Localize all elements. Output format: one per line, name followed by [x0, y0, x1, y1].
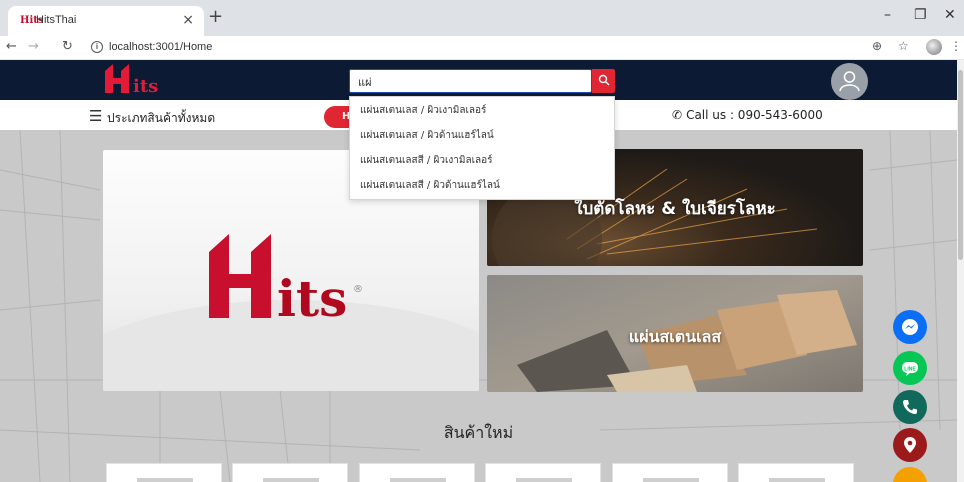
product-card[interactable]: [612, 463, 728, 482]
phone-icon: [903, 400, 917, 414]
url-field[interactable]: localhost:3001/Home: [109, 41, 212, 53]
browser-tab[interactable]: Hits HitsThai ×: [8, 6, 204, 36]
search-icon: [598, 74, 609, 86]
map-pin-icon: [904, 437, 916, 453]
suggestion-item[interactable]: แผ่นสเตนเลส / ผิวเงามิลเลอร์: [350, 97, 614, 122]
svg-text:its: its: [133, 76, 158, 95]
forward-icon[interactable]: →: [28, 39, 39, 54]
search-button[interactable]: [592, 69, 615, 93]
address-bar: ← → ↻ i localhost:3001/Home ⊕ ☆ ⋮: [0, 36, 964, 60]
browser-tab-strip: Hits HitsThai × + – ❐ ✕: [0, 0, 964, 36]
product-card[interactable]: [738, 463, 854, 482]
zoom-icon[interactable]: ⊕: [872, 39, 882, 53]
product-image-placeholder: [643, 478, 699, 482]
card-title: แผ่นสเตนเลส: [628, 327, 722, 346]
user-icon: [839, 71, 860, 92]
tab-title: HitsThai: [36, 14, 77, 26]
scrollbar-thumb[interactable]: [958, 70, 963, 260]
suggestion-item[interactable]: แผ่นสเตนเลส / ผิวด้านแฮร์ไลน์: [350, 122, 614, 147]
restore-icon[interactable]: ❐: [914, 7, 927, 23]
new-tab-icon[interactable]: +: [208, 8, 223, 26]
search-suggestions: แผ่นสเตนเลส / ผิวเงามิลเลอร์ แผ่นสเตนเลส…: [349, 96, 615, 200]
search-input[interactable]: แผ่: [349, 69, 592, 93]
hamburger-menu-icon[interactable]: ☰: [89, 107, 102, 125]
product-card[interactable]: [359, 463, 475, 482]
call-us-label: Call us : 090-543-6000: [686, 108, 823, 122]
new-products-heading: สินค้าใหม่: [443, 423, 514, 442]
product-card[interactable]: [232, 463, 348, 482]
product-card[interactable]: [485, 463, 601, 482]
hits-logo-mark: its: [105, 64, 158, 97]
page-scrollbar[interactable]: [957, 60, 964, 482]
minimize-icon[interactable]: –: [884, 7, 891, 23]
product-image-placeholder: [390, 478, 446, 482]
line-button[interactable]: LINE: [893, 351, 927, 385]
close-window-icon[interactable]: ✕: [944, 7, 956, 23]
product-card[interactable]: [106, 463, 222, 482]
messenger-button[interactable]: [893, 310, 927, 344]
suggestion-item[interactable]: แผ่นสเตนเลสสี / ผิวเงามิลเลอร์: [350, 147, 614, 172]
close-tab-icon[interactable]: ×: [182, 12, 194, 28]
bookmark-star-icon[interactable]: ☆: [898, 39, 909, 53]
banner-stainless-sheets[interactable]: แผ่นสเตนเลส: [487, 275, 863, 392]
suggestion-item[interactable]: แผ่นสเตนเลสสี / ผิวด้านแฮร์ไลน์: [350, 172, 614, 197]
product-image-placeholder: [516, 478, 572, 482]
location-button[interactable]: [893, 428, 927, 462]
hero-hits-logo: its: [209, 234, 347, 320]
reload-icon[interactable]: ↻: [62, 39, 73, 54]
phone-call-button[interactable]: [893, 390, 927, 424]
site-logo[interactable]: its: [103, 63, 173, 99]
svg-text:its: its: [277, 269, 347, 320]
registered-mark: ®: [353, 284, 363, 295]
all-categories-link[interactable]: ประเภทสินค้าทั้งหมด: [107, 109, 215, 128]
product-image-placeholder: [263, 478, 319, 482]
product-image-placeholder: [137, 478, 193, 482]
back-icon[interactable]: ←: [6, 39, 17, 54]
call-us-link[interactable]: ✆ Call us : 090-543-6000: [672, 108, 823, 122]
messenger-icon: [902, 319, 918, 335]
line-icon: LINE: [902, 362, 918, 376]
extension-icon[interactable]: [926, 39, 942, 55]
product-image-placeholder: [769, 478, 825, 482]
menu-dots-icon[interactable]: ⋮: [950, 39, 962, 53]
info-icon[interactable]: i: [91, 41, 103, 53]
phone-icon: ✆: [672, 108, 683, 122]
svg-text:LINE: LINE: [904, 367, 916, 373]
avatar[interactable]: [831, 63, 868, 100]
